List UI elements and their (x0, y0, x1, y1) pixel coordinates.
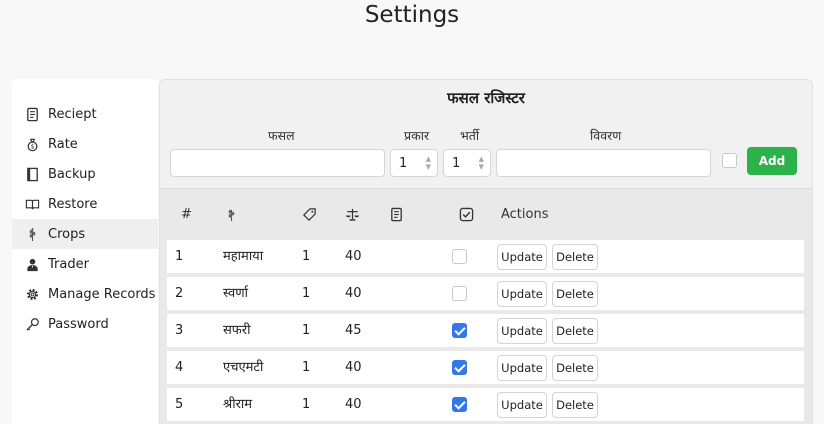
delete-button[interactable]: Delete (552, 318, 598, 344)
table-row: 1 महामाया 1 40 Update Delete (167, 240, 804, 273)
sidebar: Reciept $ Rate Backup Restore Crops Trad… (12, 79, 158, 424)
row-index: 3 (175, 323, 184, 338)
crop-header-icon (224, 207, 239, 222)
update-button[interactable]: Update (497, 318, 547, 344)
row-type: 1 (302, 397, 311, 412)
table-row: 5 श्रीराम 1 40 Update Delete (167, 388, 804, 421)
row-type: 1 (302, 360, 311, 375)
row-crop-name: एचएमटी (223, 360, 264, 375)
row-filling: 40 (345, 360, 362, 375)
row-crop-name: श्रीराम (223, 397, 253, 412)
sidebar-item-crops[interactable]: Crops (12, 219, 158, 249)
add-button[interactable]: Add (747, 147, 797, 175)
delete-button[interactable]: Delete (552, 281, 598, 307)
row-filling: 40 (345, 286, 362, 301)
table-row: 4 एचएमटी 1 40 Update Delete (167, 351, 804, 384)
row-filling: 45 (345, 323, 362, 338)
crop-icon (24, 226, 40, 242)
form-checkbox[interactable] (722, 153, 737, 168)
sidebar-item-trader[interactable]: Trader (12, 249, 158, 279)
type-stepper-value: 1 (399, 155, 408, 171)
row-filling: 40 (345, 397, 362, 412)
scale-icon (345, 207, 360, 222)
sidebar-item-label: Reciept (48, 106, 97, 122)
sidebar-item-reciept[interactable]: Reciept (12, 99, 158, 129)
filling-stepper[interactable]: 1 ▲ ▼ (443, 149, 491, 177)
row-filling: 40 (345, 249, 362, 264)
delete-button[interactable]: Delete (552, 355, 598, 381)
row-type: 1 (302, 286, 311, 301)
update-button[interactable]: Update (497, 244, 547, 270)
header-index: # (181, 207, 192, 222)
update-button[interactable]: Update (497, 281, 547, 307)
delete-button[interactable]: Delete (552, 392, 598, 418)
key-icon (24, 316, 40, 332)
sidebar-item-label: Manage Records (48, 286, 156, 302)
row-index: 4 (175, 360, 184, 375)
row-crop-name: स्वर्णा (223, 286, 249, 301)
svg-text:$: $ (30, 143, 34, 150)
type-stepper[interactable]: 1 ▲ ▼ (390, 149, 438, 177)
crop-field-label: फसल (268, 128, 295, 143)
sidebar-item-rate[interactable]: $ Rate (12, 129, 158, 159)
sidebar-item-label: Backup (48, 166, 96, 182)
gear-icon (24, 286, 40, 302)
tag-icon (302, 207, 317, 222)
row-index: 5 (175, 397, 184, 412)
table-row: 3 सफरी 1 45 Update Delete (167, 314, 804, 347)
book-icon (24, 166, 40, 182)
update-button[interactable]: Update (497, 355, 547, 381)
sidebar-item-label: Restore (48, 196, 98, 212)
delete-button[interactable]: Delete (552, 244, 598, 270)
description-field-label: विवरण (590, 128, 622, 143)
sidebar-item-label: Trader (48, 256, 89, 272)
sidebar-item-label: Password (48, 316, 109, 332)
row-checkbox[interactable] (452, 323, 467, 338)
crop-register-panel: फसल रजिस्टर फसल प्रकार भर्ती विवरण 1 ▲ ▼ … (159, 79, 813, 424)
page-title: Settings (364, 2, 460, 28)
row-index: 1 (175, 249, 184, 264)
spinner-arrows-icon[interactable]: ▲ ▼ (426, 155, 431, 171)
row-crop-name: सफरी (223, 323, 251, 338)
table-row: 2 स्वर्णा 1 40 Update Delete (167, 277, 804, 310)
header-actions: Actions (501, 207, 549, 222)
row-checkbox[interactable] (452, 360, 467, 375)
row-type: 1 (302, 249, 311, 264)
table-header: # Actions (160, 189, 812, 239)
sidebar-item-backup[interactable]: Backup (12, 159, 158, 189)
checkbox-header-icon (459, 207, 474, 222)
money-bag-icon: $ (24, 136, 40, 152)
filling-field-label: भर्ती (460, 128, 480, 143)
type-field-label: प्रकार (404, 128, 430, 143)
description-input[interactable] (496, 149, 711, 177)
sidebar-item-password[interactable]: Password (12, 309, 158, 339)
sidebar-item-restore[interactable]: Restore (12, 189, 158, 219)
crop-name-input[interactable] (170, 149, 385, 177)
crops-table: # Actions 1 महामाया 1 40 Update Delete 2… (160, 188, 812, 424)
open-book-icon (24, 196, 40, 212)
row-checkbox[interactable] (452, 397, 467, 412)
panel-title: फसल रजिस्टर (447, 89, 525, 107)
row-crop-name: महामाया (223, 249, 264, 264)
row-type: 1 (302, 323, 311, 338)
row-checkbox[interactable] (452, 286, 467, 301)
document-icon (389, 207, 404, 222)
sidebar-item-label: Rate (48, 136, 78, 152)
trader-icon (24, 256, 40, 272)
row-checkbox[interactable] (452, 249, 467, 264)
filling-stepper-value: 1 (452, 155, 461, 171)
update-button[interactable]: Update (497, 392, 547, 418)
spinner-arrows-icon[interactable]: ▲ ▼ (479, 155, 484, 171)
sidebar-item-label: Crops (48, 226, 86, 242)
sidebar-item-manage-records[interactable]: Manage Records (12, 279, 158, 309)
row-index: 2 (175, 286, 184, 301)
receipt-icon (24, 106, 40, 122)
